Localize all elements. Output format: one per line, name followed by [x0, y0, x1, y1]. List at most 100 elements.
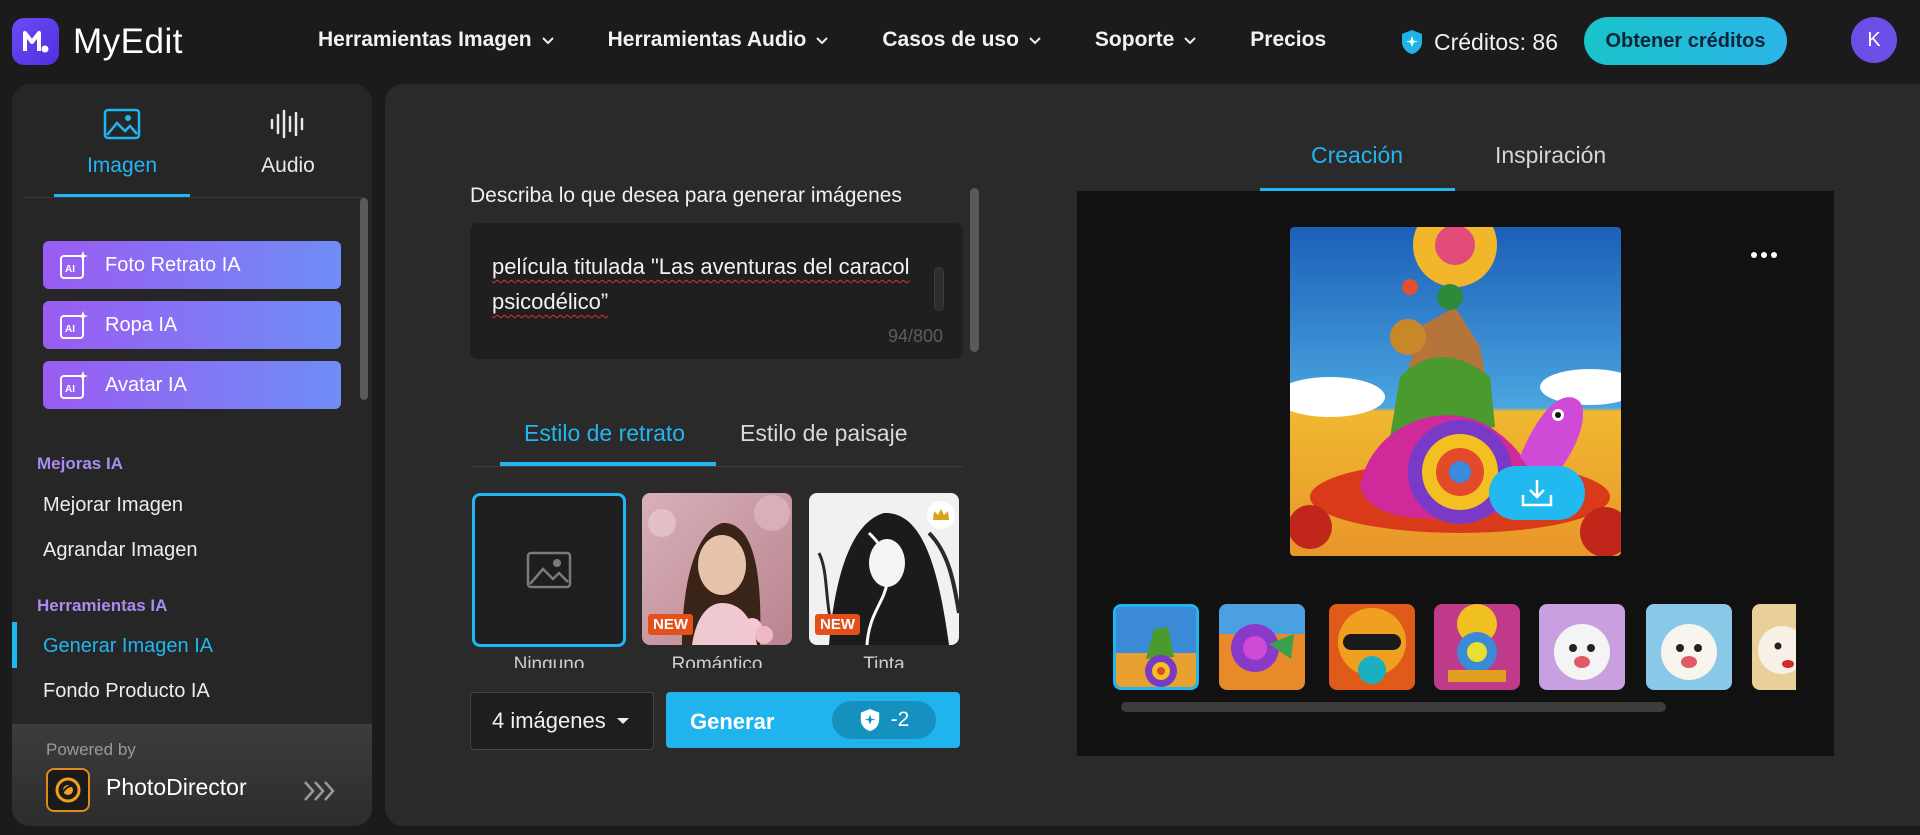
generate-cost: -2: [832, 701, 936, 739]
caret-down-icon: [616, 718, 629, 724]
nav-label: Precios: [1250, 28, 1327, 51]
credits-display: Créditos: 86: [1400, 28, 1558, 56]
style-label: Tinta: [863, 654, 905, 668]
tab-label: Audio: [261, 154, 315, 177]
style-tab-indicator: [500, 462, 716, 466]
prompt-textarea[interactable]: película titulada "Las aventuras del car…: [470, 223, 963, 359]
ai-sparkle-icon: AI: [59, 250, 89, 280]
nav-herramientas-imagen[interactable]: Herramientas Imagen: [318, 28, 556, 52]
style-tabs: Estilo de retrato Estilo de paisaje: [470, 412, 963, 467]
svg-text:AI: AI: [65, 384, 75, 395]
result-thumbnail-6[interactable]: [1646, 604, 1732, 690]
foto-retrato-ia-button[interactable]: AI Foto Retrato IA: [43, 241, 341, 289]
sidebar-item-mejorar-imagen[interactable]: Mejorar Imagen: [43, 494, 183, 517]
top-bar: MyEdit Herramientas Imagen Herramientas …: [0, 0, 1920, 82]
image-placeholder-icon: [526, 551, 572, 589]
thumbnail-image: [1219, 604, 1305, 690]
tab-estilo-de-retrato[interactable]: Estilo de retrato: [524, 420, 685, 447]
tab-creacion[interactable]: Creación: [1311, 142, 1403, 169]
main-nav: Herramientas Imagen Herramientas Audio C…: [318, 28, 1378, 52]
sidebar-item-fondo-producto-ia[interactable]: Fondo Producto IA: [43, 680, 210, 703]
thumbnail-image: [1646, 604, 1732, 690]
waveform-icon: [220, 108, 356, 144]
credits-text: Créditos: 86: [1434, 28, 1559, 55]
style-ninguno[interactable]: [472, 493, 626, 647]
result-thumbnail-1[interactable]: [1113, 604, 1199, 690]
ai-sparkle-icon: AI: [59, 310, 89, 340]
image-icon: [54, 108, 190, 144]
result-thumbnail-4[interactable]: [1434, 604, 1520, 690]
tab-estilo-de-paisaje[interactable]: Estilo de paisaje: [740, 420, 908, 447]
svg-text:AI: AI: [65, 264, 75, 275]
user-avatar[interactable]: K: [1851, 17, 1897, 63]
ai-button-label: Foto Retrato IA: [105, 253, 241, 276]
panel-scrollbar[interactable]: [970, 188, 979, 352]
nav-label: Herramientas Audio: [607, 28, 807, 51]
sidebar: Imagen Audio AI Foto Retrato IA AI Ropa …: [12, 84, 372, 826]
thumbnail-image: [1116, 607, 1196, 687]
powered-by-banner[interactable]: Powered by PhotoDirector: [12, 724, 372, 826]
prompt-scrollbar[interactable]: [934, 267, 944, 311]
avatar-ia-button[interactable]: AI Avatar IA: [43, 361, 341, 409]
thumbnail-image: [1539, 604, 1625, 690]
sidebar-tabs: Imagen Audio: [24, 84, 364, 198]
thumbnail-image: [1434, 604, 1520, 690]
thumbnail-image: [1752, 604, 1796, 690]
style-label: Ninguno: [513, 654, 585, 668]
generate-button[interactable]: Generar -2: [666, 692, 960, 748]
ai-button-label: Avatar IA: [105, 373, 187, 396]
result-thumbnail-3[interactable]: [1329, 604, 1415, 690]
credit-shield-icon: [860, 709, 879, 731]
thumbnail-image: [1329, 604, 1415, 690]
sidebar-item-generar-imagen-ia[interactable]: Generar Imagen IA: [43, 635, 213, 658]
chevron-down-icon: [1184, 37, 1196, 45]
powered-by-label: Powered by: [46, 740, 136, 759]
section-title-mejoras-ia: Mejoras IA: [37, 454, 123, 473]
ai-sparkle-icon: AI: [59, 370, 89, 400]
generate-cost-value: -2: [890, 708, 910, 731]
result-thumbnail-5[interactable]: [1539, 604, 1625, 690]
char-count: 94/800: [887, 326, 943, 346]
sidebar-scrollbar[interactable]: [360, 198, 368, 400]
tab-imagen[interactable]: Imagen: [54, 108, 190, 197]
ai-button-label: Ropa IA: [105, 313, 178, 336]
generate-label: Generar: [690, 709, 775, 734]
result-thumbnail-7[interactable]: [1752, 604, 1796, 690]
nav-label: Casos de uso: [882, 28, 1019, 51]
nav-label: Herramientas Imagen: [318, 28, 532, 51]
chevron-down-icon: [816, 37, 829, 45]
sidebar-item-agrandar-imagen[interactable]: Agrandar Imagen: [43, 539, 198, 562]
svg-text:AI: AI: [65, 324, 75, 335]
image-count-value: 4 imágenes: [492, 708, 606, 733]
nav-soporte[interactable]: Soporte: [1095, 28, 1198, 52]
ropa-ia-button[interactable]: AI Ropa IA: [43, 301, 341, 349]
thumbnail-scrollbar[interactable]: [1121, 702, 1666, 712]
prompt-label: Describa lo que desea para generar imáge…: [470, 184, 902, 207]
nav-casos-de-uso[interactable]: Casos de uso: [882, 28, 1043, 52]
nav-label: Soporte: [1094, 28, 1175, 51]
tab-label: Imagen: [86, 154, 158, 177]
style-romantico[interactable]: NEW: [642, 493, 792, 645]
tab-audio[interactable]: Audio: [220, 108, 356, 178]
photodirector-logo-icon: [46, 768, 90, 812]
chevron-down-icon: [541, 37, 554, 45]
preview-tabs: Creación Inspiración: [1260, 134, 1638, 192]
app-logo[interactable]: MyEdit: [12, 18, 183, 65]
nav-herramientas-audio[interactable]: Herramientas Audio: [608, 28, 831, 52]
credit-shield-icon: [1402, 30, 1422, 54]
result-thumbnail-2[interactable]: [1219, 604, 1305, 690]
tab-inspiracion[interactable]: Inspiración: [1495, 142, 1606, 169]
new-badge: NEW: [648, 614, 693, 635]
prompt-text[interactable]: película titulada "Las aventuras del car…: [492, 249, 912, 319]
chevron-down-icon: [1029, 37, 1041, 45]
image-count-select[interactable]: 4 imágenes: [470, 692, 654, 750]
app-name: MyEdit: [73, 21, 183, 61]
section-title-herramientas-ia: Herramientas IA: [37, 596, 168, 615]
myedit-logo-icon: [12, 18, 59, 65]
download-button[interactable]: [1489, 466, 1585, 520]
style-tinta[interactable]: NEW: [809, 493, 959, 645]
new-badge: NEW: [815, 614, 860, 635]
more-options-icon[interactable]: [1751, 248, 1781, 262]
nav-precios[interactable]: Precios: [1250, 28, 1326, 52]
get-credits-button[interactable]: Obtener créditos: [1584, 17, 1787, 65]
